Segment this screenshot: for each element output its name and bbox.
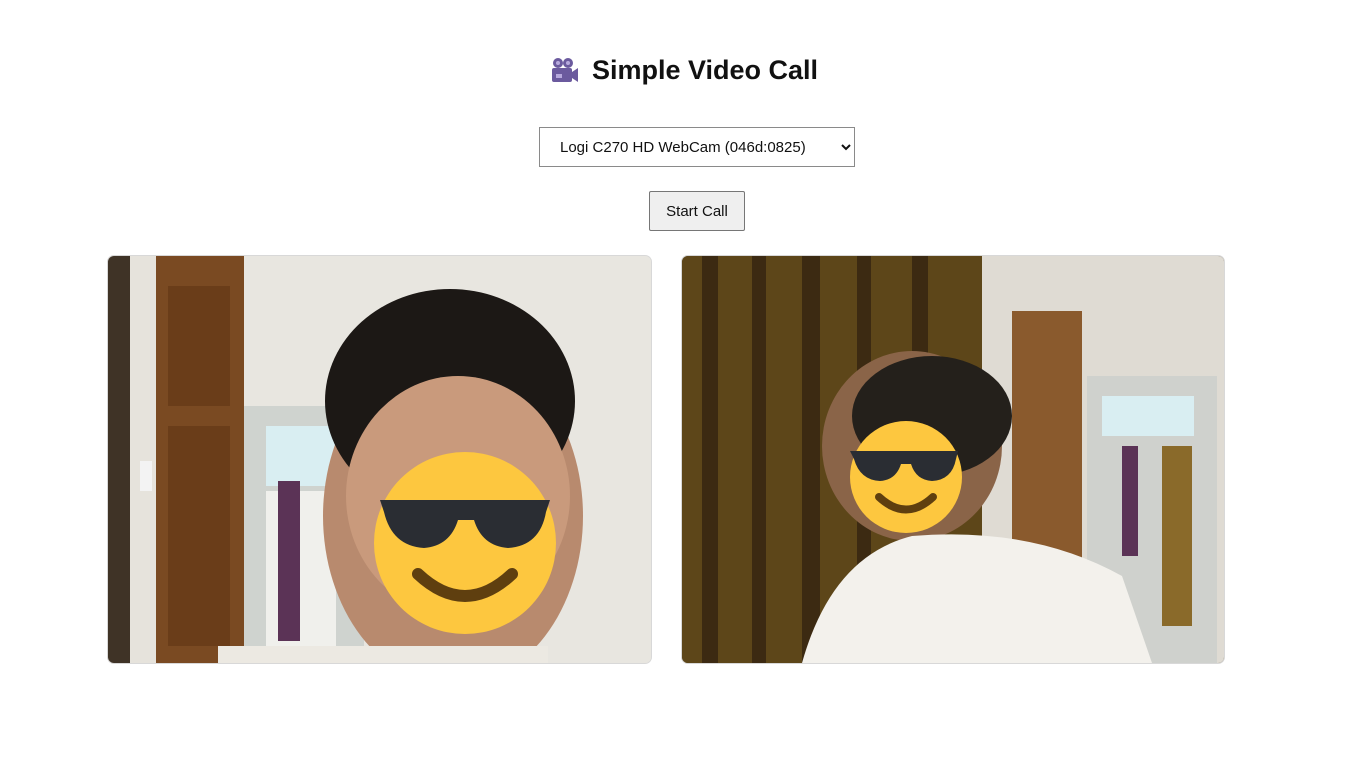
video-call-page: Simple Video Call Logi C270 HD WebCam (0… (0, 0, 1366, 768)
start-call-button[interactable]: Start Call (649, 191, 745, 231)
local-video (108, 256, 651, 663)
local-emoji-overlay (374, 452, 556, 634)
page-header: Simple Video Call (0, 54, 1366, 86)
remote-emoji-overlay (850, 421, 962, 533)
camera-select-wrapper: Logi C270 HD WebCam (046d:0825) (539, 127, 855, 167)
page-title: Simple Video Call (591, 54, 819, 85)
remote-video (682, 256, 1224, 663)
camera-select[interactable]: Logi C270 HD WebCam (046d:0825) (539, 127, 855, 167)
video-camera-icon (551, 58, 578, 82)
remote-video-frame (682, 256, 1224, 663)
local-video-frame (108, 256, 651, 663)
